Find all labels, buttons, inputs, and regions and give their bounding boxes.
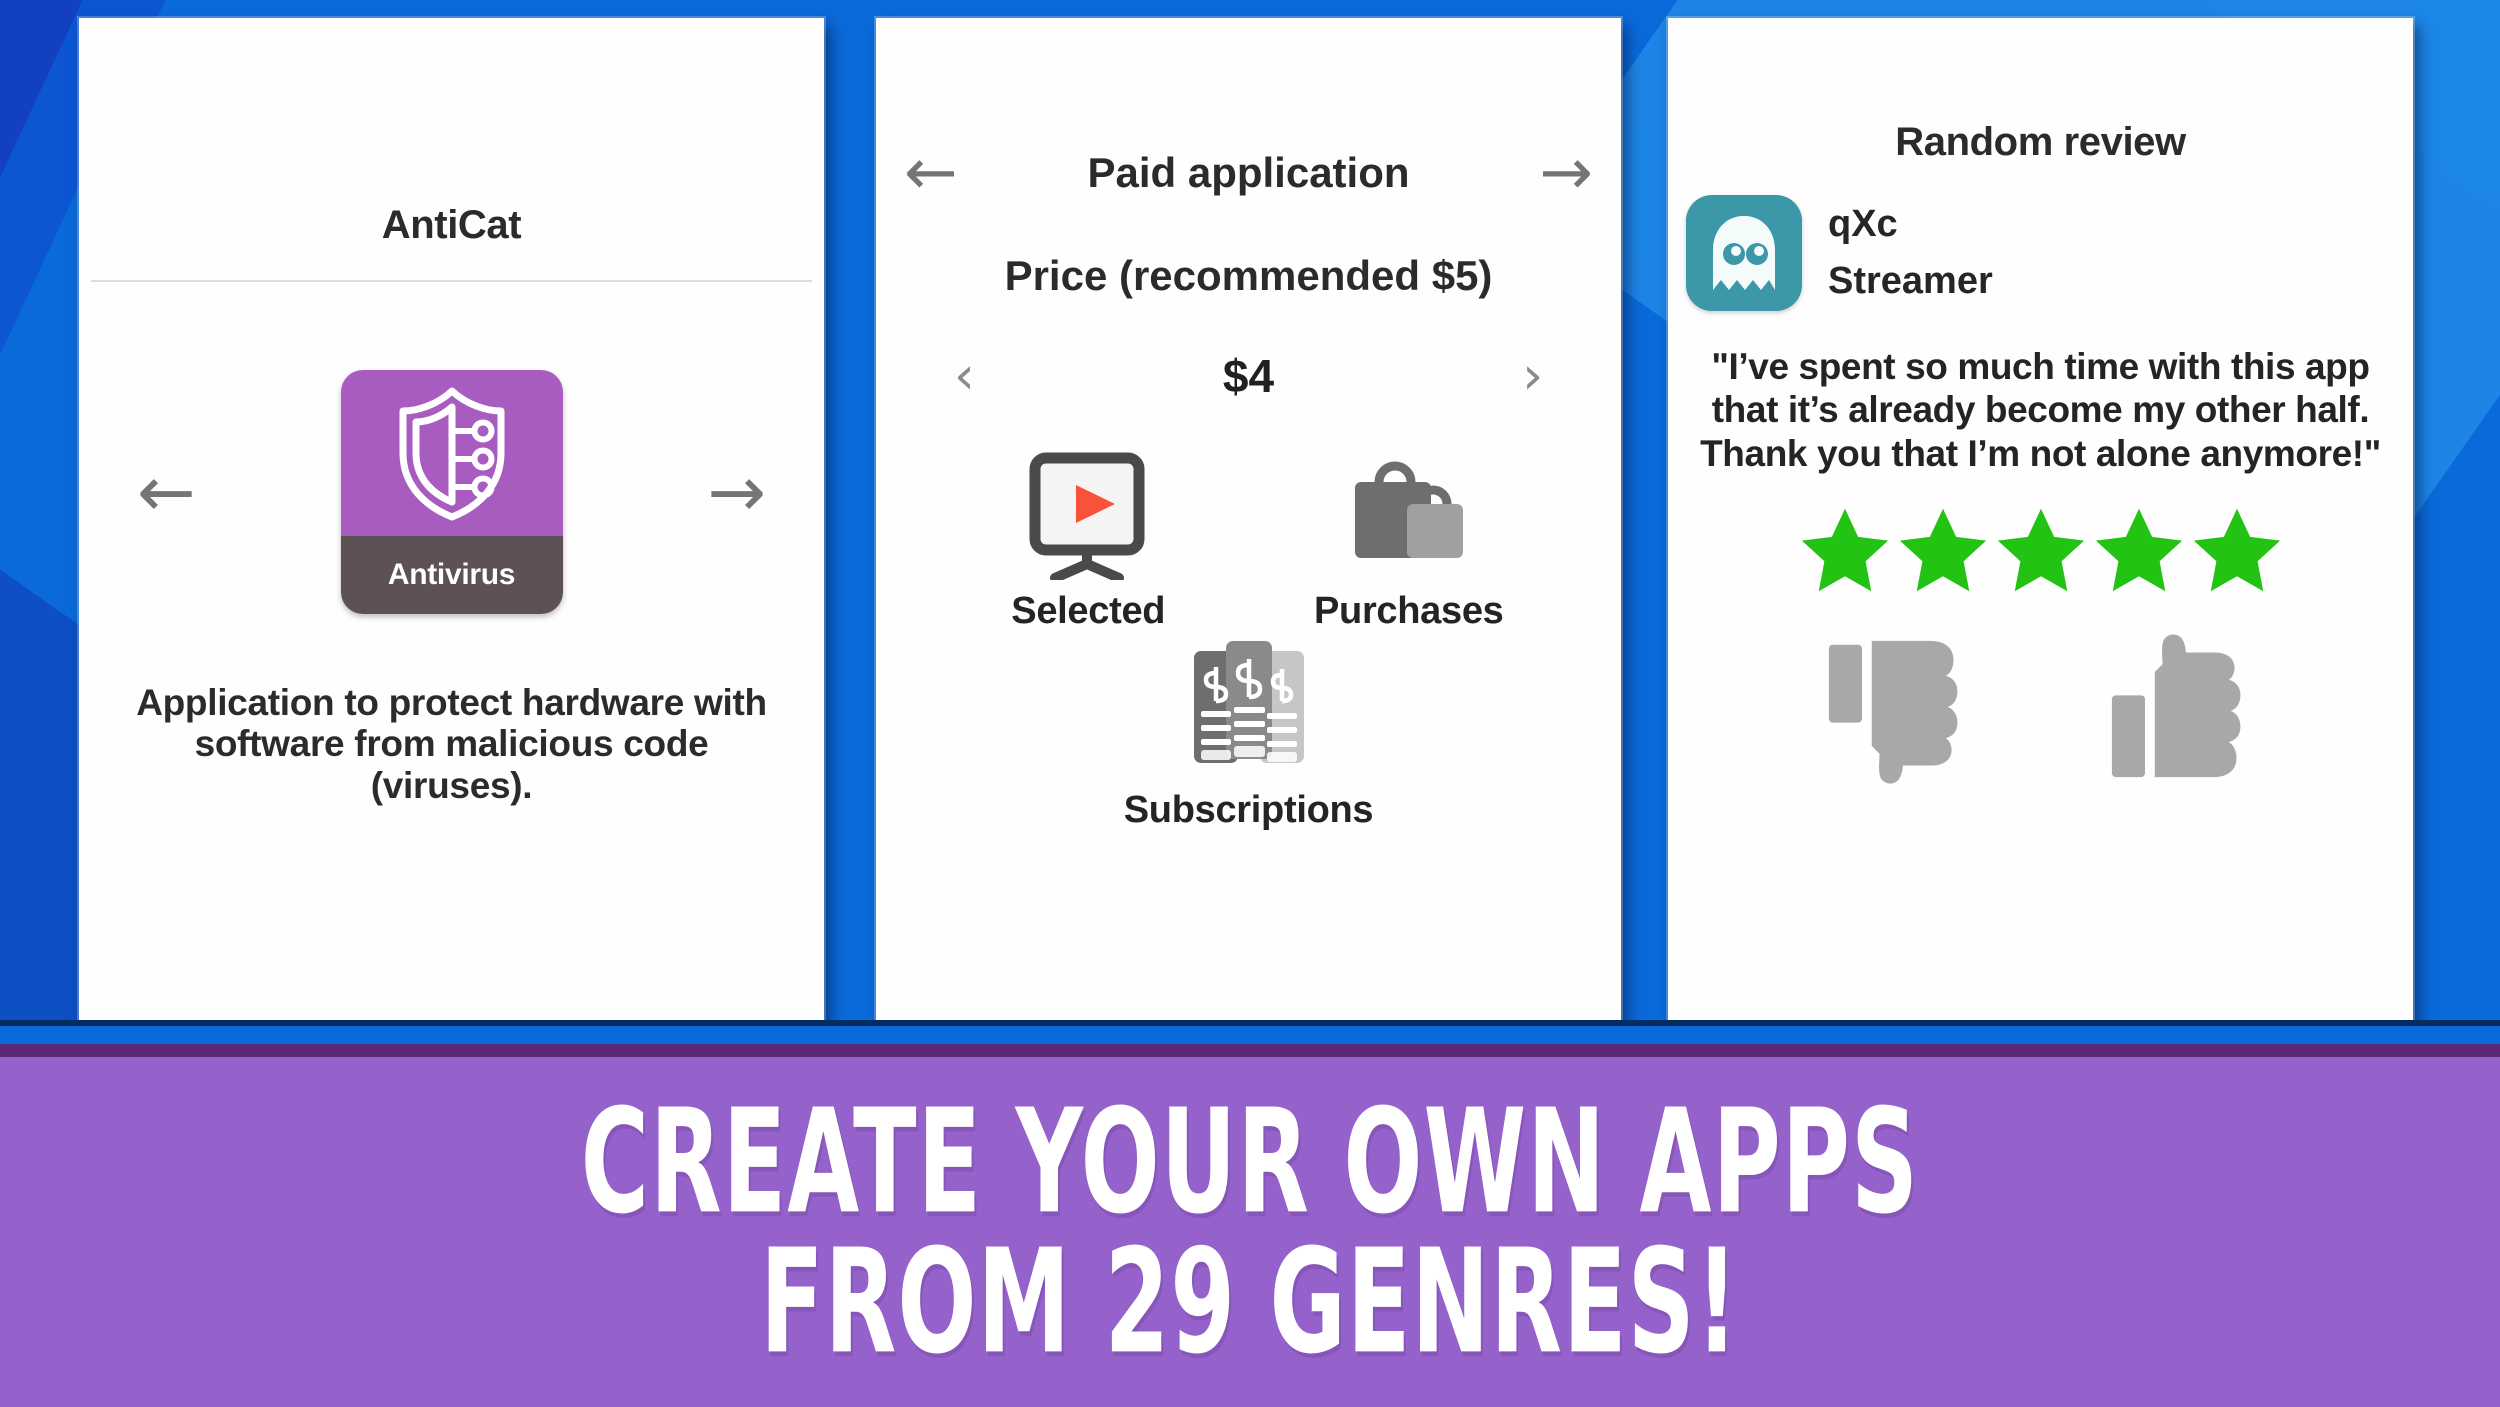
app-description: Application to protect hardware with sof… <box>136 682 767 806</box>
option-purchases-label: Purchases <box>1313 590 1504 632</box>
paid-header: ← Paid application → <box>876 138 1621 208</box>
price-stepper: ‹ $4 › <box>876 346 1621 406</box>
avatar <box>1686 195 1802 311</box>
card-random-review: Random review qXc Streamer "I’ve spent s… <box>1668 18 2413 1022</box>
option-purchases[interactable]: Purchases <box>1284 452 1534 633</box>
price-label: Price (recommended $5) <box>1004 252 1493 299</box>
banner-line-2: From 29 genres! <box>760 1217 1740 1386</box>
next-section-arrow-icon[interactable]: → <box>1539 141 1593 205</box>
reviewer-meta: qXc Streamer <box>1828 196 1993 310</box>
price-value: $4 <box>1222 350 1275 402</box>
app-tile-artwork <box>340 370 563 536</box>
thumbs-down-button[interactable] <box>1825 633 1973 790</box>
option-selected[interactable]: Selected <box>963 452 1213 633</box>
ghost-icon <box>1713 216 1775 290</box>
app-tile[interactable]: Antivirus <box>340 370 563 614</box>
reviewer-username: qXc <box>1828 203 1898 245</box>
price-decrease-icon[interactable]: ‹ <box>954 350 975 402</box>
band-blue <box>0 1024 2500 1044</box>
star-icon <box>1899 508 1986 592</box>
banner-line-1: Create your own apps <box>580 1077 1920 1246</box>
option-icon-wrap <box>1284 452 1534 580</box>
star-rating <box>1668 505 2413 595</box>
app-title: AntiCat <box>381 203 522 247</box>
money-cards-icon <box>1193 641 1304 763</box>
shopping-bags-icon <box>1354 461 1463 558</box>
reviewer-row: qXc Streamer <box>1668 195 2413 311</box>
band-navy-shadow <box>0 1020 2500 1026</box>
option-icon-wrap <box>963 452 1213 580</box>
thumbs-up-icon <box>2111 634 2241 778</box>
prev-section-arrow-icon[interactable]: ← <box>904 141 958 205</box>
app-tile-label: Antivirus <box>387 558 516 591</box>
vote-row <box>1668 633 2413 790</box>
price-increase-icon[interactable]: › <box>1522 350 1543 402</box>
promo-banner: Create your own apps From 29 genres! <box>0 1057 2500 1407</box>
option-subscriptions[interactable]: Subscriptions <box>1123 641 1374 832</box>
thumbs-up-button[interactable] <box>2108 633 2256 790</box>
review-quote: "I’ve spent so much time with this app t… <box>1700 346 2381 474</box>
option-selected-label: Selected <box>1011 590 1166 632</box>
review-title: Random review <box>1895 120 2186 164</box>
promo-screenshot: AntiCat ← Antivirus → Application to pro… <box>0 0 2500 1407</box>
monetization-options-row: Selected Purchases <box>876 452 1621 633</box>
shield-circuit-icon <box>399 387 504 521</box>
star-icon <box>2193 508 2280 592</box>
cards-row: AntiCat ← Antivirus → Application to pro… <box>0 0 2500 1040</box>
star-icon <box>2095 508 2182 592</box>
prev-app-arrow-icon[interactable]: ← <box>137 457 196 527</box>
card-app-preview: AntiCat ← Antivirus → Application to pro… <box>79 18 824 1022</box>
title-divider <box>91 280 812 282</box>
thumbs-down-icon <box>1829 640 1958 784</box>
paid-title: Paid application <box>1087 149 1410 196</box>
band-dark-purple <box>0 1044 2500 1057</box>
reviewer-role: Streamer <box>1828 260 1993 302</box>
presentation-play-icon <box>1029 452 1145 580</box>
app-carousel: ← Antivirus → <box>79 312 824 672</box>
next-app-arrow-icon[interactable]: → <box>707 457 766 527</box>
card-paid-application: ← Paid application → Price (recommended … <box>876 18 1621 1022</box>
star-icon <box>1997 508 2084 592</box>
app-tile-footer: Antivirus <box>340 536 563 614</box>
option-icon-wrap <box>1124 641 1374 779</box>
option-subscriptions-label: Subscriptions <box>1123 789 1374 831</box>
star-icon <box>1801 508 1888 592</box>
monetization-options-row-2: Subscriptions <box>876 641 1621 832</box>
